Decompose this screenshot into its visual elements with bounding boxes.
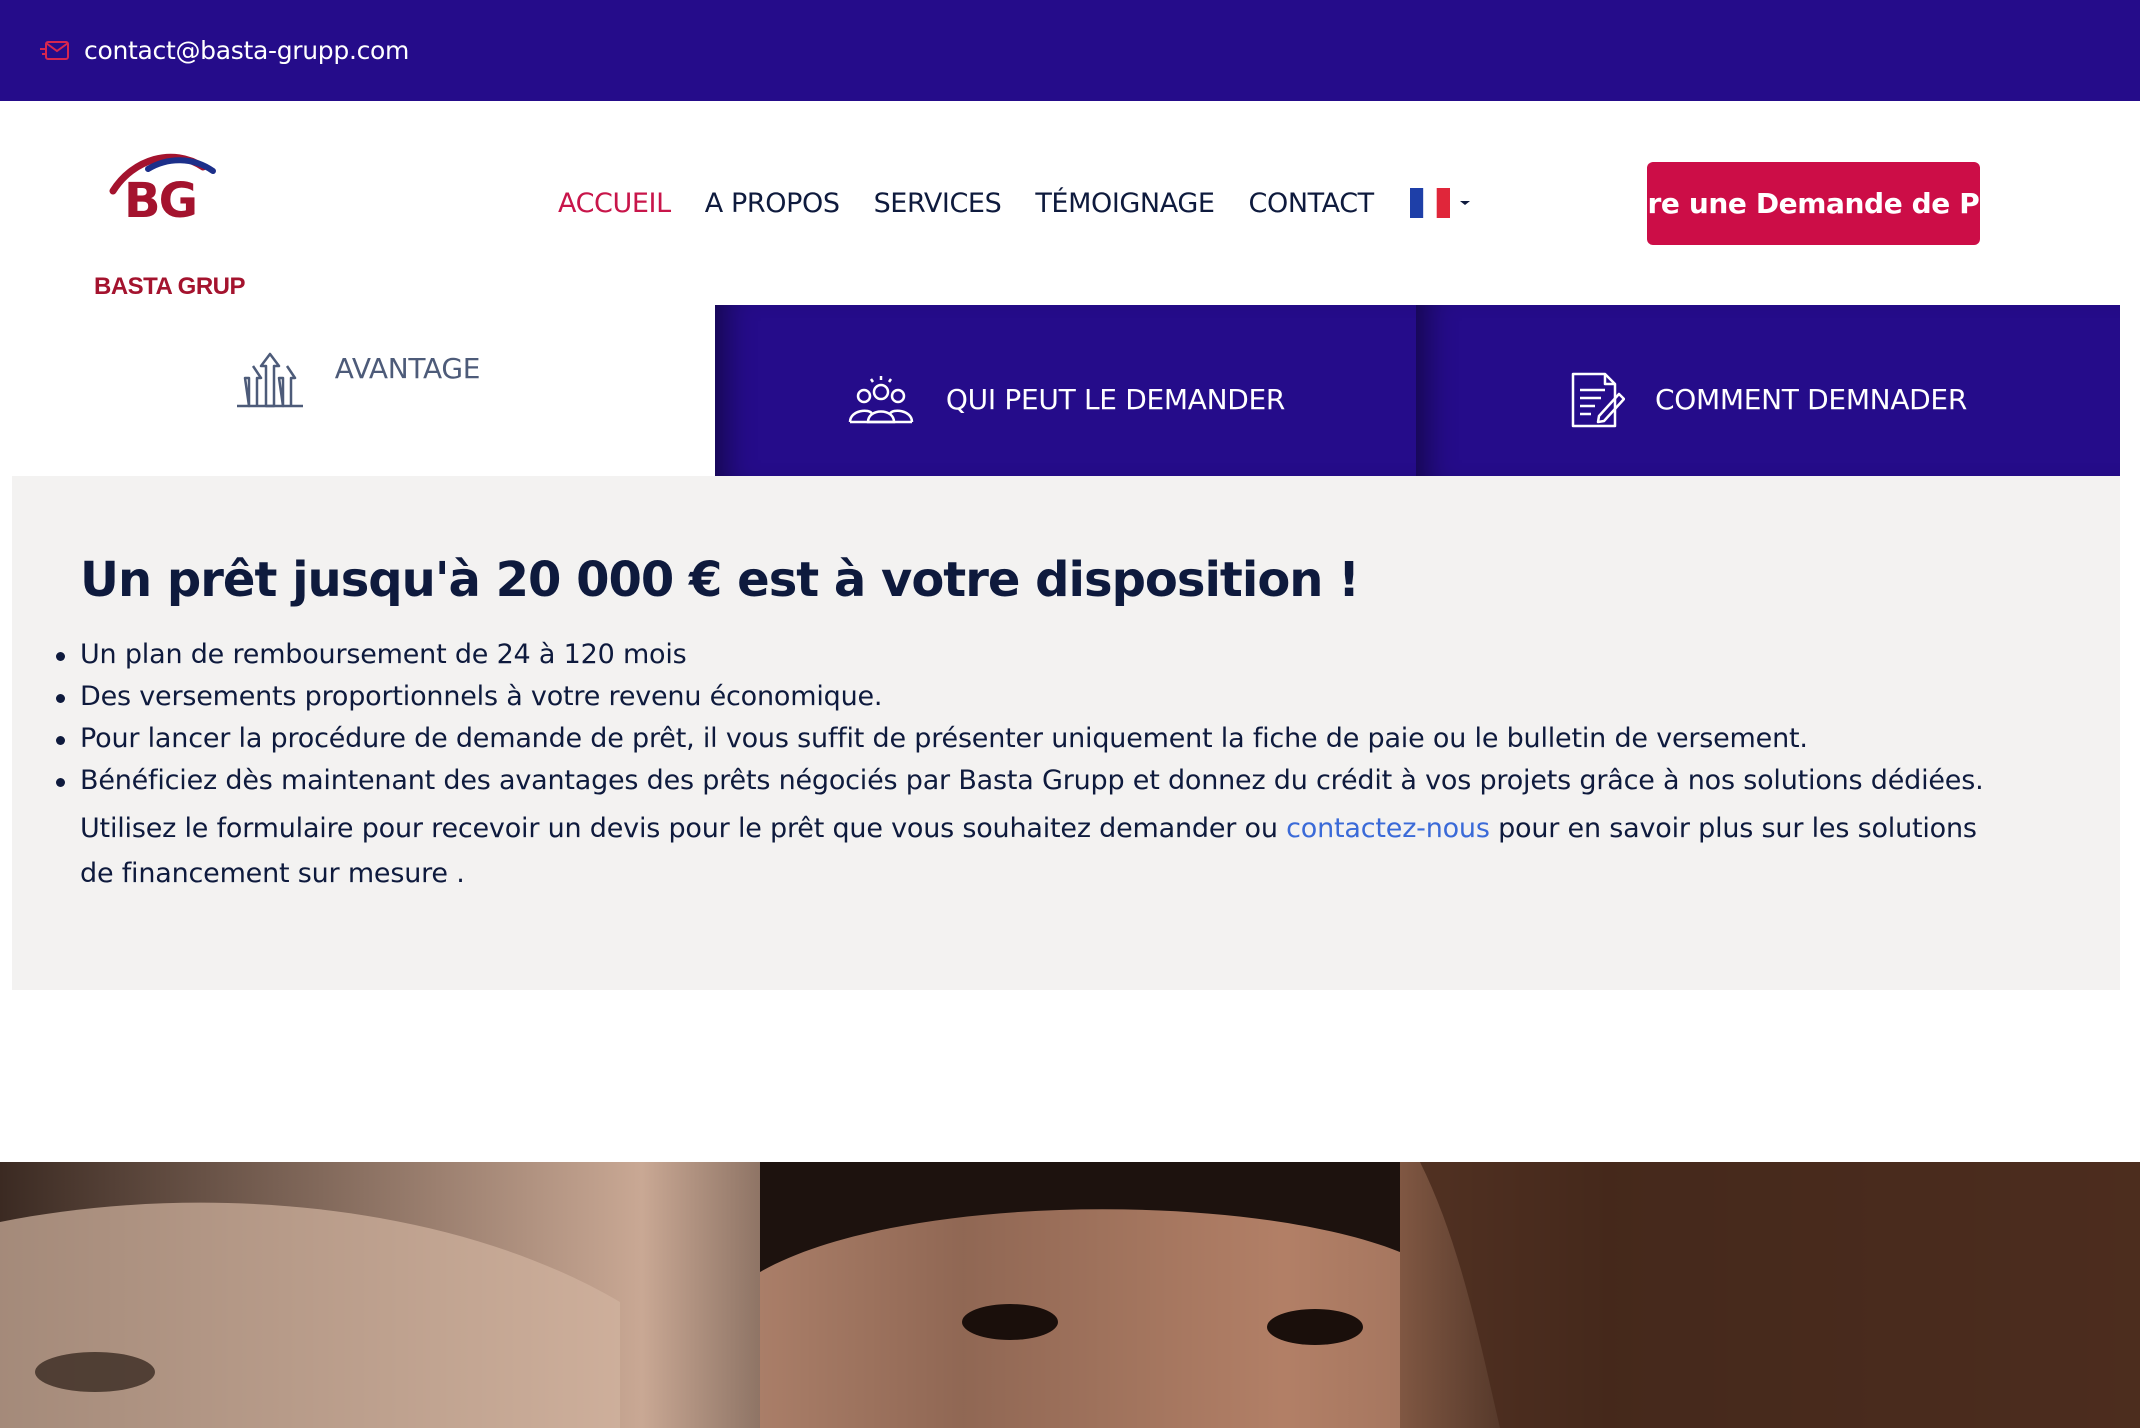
flag-france-icon [1409, 188, 1450, 218]
tab-label: AVANTAGE [334, 352, 481, 385]
contact-link[interactable]: contactez-nous [1286, 813, 1490, 844]
tab-label: COMMENT DEMNADER [1655, 383, 1967, 416]
mail-icon [40, 40, 70, 62]
nav-item-accueil[interactable]: ACCUEIL [558, 188, 671, 219]
list-item: Pour lancer la procédure de demande de p… [55, 718, 1983, 760]
loan-request-button[interactable]: Faire une Demande de Prêt [1603, 162, 2025, 245]
main-nav: ACCUEIL A PROPOS SERVICES TÉMOIGNAGE CON… [558, 185, 1474, 221]
panel-title: Un prêt jusqu'à 20 000 € est à votre dis… [80, 552, 1360, 608]
tab-comment-demander[interactable]: COMMENT DEMNADER [1416, 305, 2120, 476]
top-contact-bar: contact@basta-grupp.com [0, 0, 2140, 101]
logo-name: BASTA GRUP [94, 273, 246, 300]
feature-tabs: AVANTAGE QUI PEUT LE DEMANDER COMMENT DE… [0, 305, 2120, 476]
chevron-down-icon [1459, 201, 1470, 205]
list-item: Un plan de remboursement de 24 à 120 moi… [55, 634, 1983, 676]
list-item: Des versements proportionnels à votre re… [55, 676, 1983, 718]
language-selector[interactable] [1409, 188, 1474, 218]
arrows-up-icon [236, 352, 303, 408]
logo[interactable]: BG BASTA GRUP [88, 149, 248, 300]
nav-item-temoignage[interactable]: TÉMOIGNAGE [1035, 188, 1215, 219]
logo-mark: BG [124, 173, 198, 229]
document-edit-icon [1571, 372, 1626, 427]
tab-avantage[interactable]: AVANTAGE [0, 305, 715, 476]
nav-item-a-propos[interactable]: A PROPOS [705, 188, 840, 219]
tab-qui-peut-le-demander[interactable]: QUI PEUT LE DEMANDER [715, 305, 1416, 476]
nav-item-services[interactable]: SERVICES [874, 188, 1002, 219]
site-header: BG BASTA GRUP ACCUEIL A PROPOS SERVICES … [0, 101, 2140, 305]
contact-email-link[interactable]: contact@basta-grupp.com [84, 36, 409, 65]
nav-item-contact[interactable]: CONTACT [1249, 188, 1375, 219]
tab-content-panel: Un prêt jusqu'à 20 000 € est à votre dis… [12, 476, 2120, 990]
group-people-icon [848, 375, 914, 423]
hero-photo [0, 1162, 2140, 1428]
benefits-list: Un plan de remboursement de 24 à 120 moi… [55, 634, 1984, 802]
list-item: Bénéficiez dès maintenant des avantages … [55, 760, 1984, 802]
paragraph-text: Utilisez le formulaire pour recevoir un … [80, 813, 1287, 844]
tab-label: QUI PEUT LE DEMANDER [945, 383, 1286, 416]
panel-paragraph: Utilisez le formulaire pour recevoir un … [80, 806, 1980, 896]
